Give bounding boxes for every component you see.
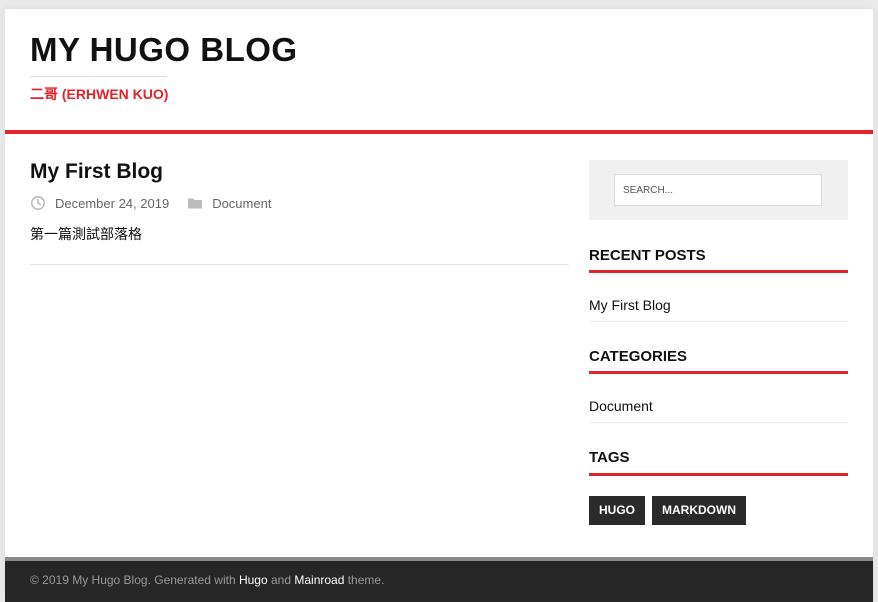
- recent-post-link[interactable]: My First Blog: [589, 296, 671, 314]
- site-title[interactable]: MY HUGO BLOG: [30, 31, 298, 69]
- site-description: 二哥 (ERHWEN KUO): [30, 86, 169, 102]
- post-excerpt: 第一篇測試部落格: [30, 226, 142, 242]
- folder-icon: [188, 198, 203, 209]
- search-widget: [589, 160, 848, 220]
- categories-separator: [589, 422, 848, 423]
- hugo-link[interactable]: Hugo: [239, 573, 268, 587]
- header-accent-bar: [5, 130, 873, 134]
- tags-title: TAGS: [589, 449, 630, 466]
- post-title[interactable]: My First Blog: [30, 159, 569, 185]
- mainroad-link[interactable]: Mainroad: [294, 573, 344, 587]
- category-link[interactable]: Document: [589, 397, 653, 415]
- post-category-link[interactable]: Document: [212, 196, 271, 211]
- post-category-item: Document: [187, 195, 271, 211]
- footer-and: and: [267, 573, 295, 587]
- recent-posts-separator: [589, 321, 848, 322]
- tag-cloud: HUGO MARKDOWN: [589, 496, 746, 525]
- categories-title: CATEGORIES: [589, 348, 688, 365]
- post-divider: [30, 264, 569, 265]
- page-container: MY HUGO BLOG 二哥 (ERHWEN KUO) My First Bl…: [5, 9, 873, 602]
- footer-copyright: © 2019 My Hugo Blog. Generated with Hugo…: [30, 561, 384, 599]
- site-footer: © 2019 My Hugo Blog. Generated with Hugo…: [5, 561, 873, 602]
- tag-markdown[interactable]: MARKDOWN: [652, 496, 746, 525]
- categories-rule: [589, 371, 848, 374]
- title-divider: [30, 76, 166, 77]
- post-meta: December 24, 2019 Document: [30, 193, 271, 213]
- tag-hugo[interactable]: HUGO: [589, 496, 645, 525]
- site-header: MY HUGO BLOG 二哥 (ERHWEN KUO): [5, 9, 873, 130]
- search-input[interactable]: [614, 174, 822, 206]
- footer-prefix: © 2019 My Hugo Blog. Generated with: [30, 573, 239, 587]
- recent-posts-title: RECENT POSTS: [589, 247, 706, 264]
- post-entry: My First Blog December 24, 2019 Document…: [30, 159, 569, 265]
- post-date-item: December 24, 2019: [30, 195, 169, 211]
- post-date: December 24, 2019: [55, 195, 170, 211]
- tags-rule: [589, 473, 848, 476]
- recent-posts-rule: [589, 270, 848, 273]
- footer-suffix: theme.: [344, 573, 385, 587]
- clock-icon: [31, 196, 45, 210]
